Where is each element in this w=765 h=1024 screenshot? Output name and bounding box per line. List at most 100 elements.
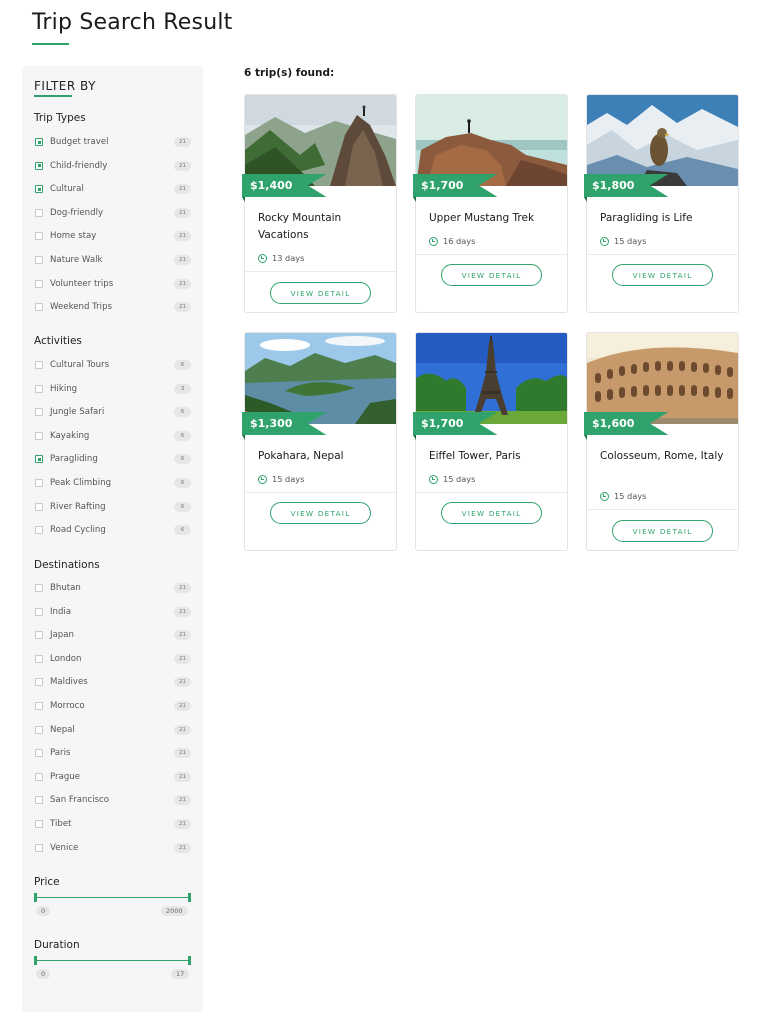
count-badge: 21 <box>174 606 191 617</box>
filter-option-dog-friendly[interactable]: Dog-friendly 21 <box>35 206 191 220</box>
filter-option-road-cycling[interactable]: Road Cycling 6 <box>35 523 191 537</box>
checkbox[interactable] <box>35 584 43 592</box>
filter-option-cultural[interactable]: Cultural 21 <box>35 182 191 196</box>
filter-option-jungle-safari[interactable]: Jungle Safari 6 <box>35 405 191 419</box>
duration-max-handle[interactable] <box>188 956 191 965</box>
duration-label: 15 days <box>443 474 476 484</box>
filter-option-nepal[interactable]: Nepal 21 <box>35 723 191 737</box>
trip-name[interactable]: Rocky Mountain Vacations <box>258 210 386 244</box>
checkbox[interactable] <box>35 820 43 828</box>
checkbox[interactable] <box>35 161 43 170</box>
filter-option-tibet[interactable]: Tibet 21 <box>35 817 191 831</box>
view-detail-button[interactable]: VIEW DETAIL <box>612 520 713 542</box>
eiffel-tower-image[interactable] <box>416 333 567 424</box>
filter-option-japan[interactable]: Japan 21 <box>35 628 191 642</box>
checkbox[interactable] <box>35 455 43 464</box>
view-detail-button[interactable]: VIEW DETAIL <box>441 502 542 524</box>
checkbox[interactable] <box>35 702 43 710</box>
view-detail-button[interactable]: VIEW DETAIL <box>441 264 542 286</box>
checkbox[interactable] <box>35 185 43 194</box>
filter-option-river-rafting[interactable]: River Rafting 6 <box>35 500 191 514</box>
filter-option-hiking[interactable]: Hiking 3 <box>35 382 191 396</box>
price-tag-fold <box>413 197 416 202</box>
filter-option-india[interactable]: India 21 <box>35 605 191 619</box>
filter-option-label: Jungle Safari <box>50 407 105 418</box>
count-badge: 21 <box>174 630 191 641</box>
filter-option-volunteer-trips[interactable]: Volunteer trips 21 <box>35 277 191 291</box>
filter-option-morroco[interactable]: Morroco 21 <box>35 699 191 713</box>
price-min-handle[interactable] <box>34 893 37 902</box>
filter-option-label: Morroco <box>50 701 85 711</box>
filter-option-home-stay[interactable]: Home stay 21 <box>35 229 191 243</box>
count-badge: 6 <box>174 454 191 465</box>
view-detail-button[interactable]: VIEW DETAIL <box>612 264 713 286</box>
filter-option-bhutan[interactable]: Bhutan 21 <box>35 581 191 595</box>
checkbox[interactable] <box>35 749 43 758</box>
trip-name[interactable]: Paragliding is Life <box>600 210 728 227</box>
count-badge: 21 <box>174 207 191 218</box>
count-badge: 6 <box>174 525 191 536</box>
filter-option-paragliding[interactable]: Paragliding 6 <box>35 452 191 466</box>
count-badge: 21 <box>174 583 191 593</box>
filter-option-venice[interactable]: Venice 21 <box>35 841 191 855</box>
checkbox[interactable] <box>35 303 43 312</box>
checkbox[interactable] <box>35 772 43 781</box>
checkbox[interactable] <box>35 843 43 852</box>
filter-option-maldives[interactable]: Maldives 21 <box>35 675 191 689</box>
trip-name[interactable]: Eiffel Tower, Paris <box>429 448 557 465</box>
checkbox[interactable] <box>35 408 43 417</box>
cliff-hiker-image[interactable] <box>416 95 567 186</box>
price-range-slider[interactable] <box>34 893 191 902</box>
count-badge: 21 <box>174 795 191 806</box>
filter-option-peak-climbing[interactable]: Peak Climbing 6 <box>35 476 191 490</box>
duration-label: 15 days <box>614 236 647 246</box>
checkbox[interactable] <box>35 256 43 264</box>
price-max-handle[interactable] <box>188 893 191 902</box>
trip-name[interactable]: Colosseum, Rome, Italy <box>600 448 728 465</box>
duration-range-slider[interactable] <box>34 956 191 965</box>
checkbox[interactable] <box>35 208 43 217</box>
bird-mountains-image[interactable] <box>587 95 738 186</box>
price-min-label: 0 <box>36 906 51 916</box>
count-badge: 21 <box>174 231 191 242</box>
checkbox[interactable] <box>35 678 43 687</box>
trip-name[interactable]: Pokahara, Nepal <box>258 448 386 465</box>
filter-option-kayaking[interactable]: Kayaking 6 <box>35 429 191 443</box>
checkbox[interactable] <box>35 384 43 393</box>
checkbox[interactable] <box>35 607 43 616</box>
count-badge: 21 <box>174 701 191 711</box>
checkbox[interactable] <box>35 654 43 663</box>
view-detail-button[interactable]: VIEW DETAIL <box>270 282 371 304</box>
filter-option-budget-travel[interactable]: Budget travel 21 <box>35 135 191 149</box>
checkbox[interactable] <box>35 479 43 487</box>
mountain-hiker-image[interactable] <box>245 95 396 186</box>
filter-option-label: Cultural <box>50 184 84 195</box>
filter-option-london[interactable]: London 21 <box>35 652 191 666</box>
trip-name[interactable]: Upper Mustang Trek <box>429 210 557 227</box>
duration-min-handle[interactable] <box>34 956 37 965</box>
checkbox[interactable] <box>35 725 43 734</box>
view-detail-button[interactable]: VIEW DETAIL <box>270 502 371 524</box>
filter-option-prague[interactable]: Prague 21 <box>35 770 191 784</box>
trip-card: $1,800 Paragliding is Life 15 days VIEW … <box>584 94 739 313</box>
checkbox[interactable] <box>35 631 43 640</box>
checkbox[interactable] <box>35 138 43 146</box>
checkbox[interactable] <box>35 361 43 369</box>
checkbox[interactable] <box>35 232 43 241</box>
filter-option-weekend-trips[interactable]: Weekend Trips 21 <box>35 300 191 314</box>
count-badge: 21 <box>174 653 191 664</box>
filter-option-nature-walk[interactable]: Nature Walk 21 <box>35 253 191 267</box>
card-divider <box>416 492 567 493</box>
checkbox[interactable] <box>35 431 43 440</box>
checkbox[interactable] <box>35 526 43 535</box>
checkbox[interactable] <box>35 502 43 511</box>
filter-option-child-friendly[interactable]: Child-friendly 21 <box>35 159 191 173</box>
lake-hills-image[interactable] <box>245 333 396 424</box>
count-badge: 21 <box>174 724 191 735</box>
filter-option-cultural-tours[interactable]: Cultural Tours 6 <box>35 358 191 372</box>
colosseum-image[interactable] <box>587 333 738 424</box>
filter-option-san-francisco[interactable]: San Francisco 21 <box>35 793 191 807</box>
filter-option-paris[interactable]: Paris 21 <box>35 746 191 760</box>
checkbox[interactable] <box>35 279 43 288</box>
checkbox[interactable] <box>35 796 43 805</box>
